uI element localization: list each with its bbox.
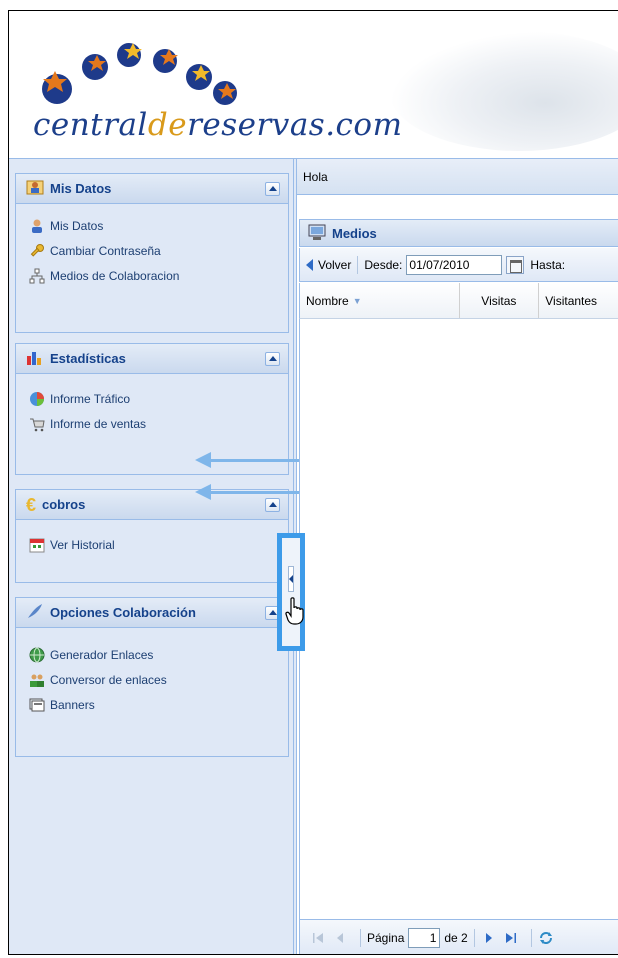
pager-separator [530,929,532,947]
collapse-button[interactable] [265,498,280,512]
medios-panel-header: Medios [299,219,618,247]
sidebar-item-ver-historial[interactable]: Ver Historial [28,534,288,556]
to-label: Hasta: [530,257,566,272]
column-header-visitas[interactable]: Visitas [460,283,540,318]
sidebar-item-label: Informe de ventas [50,417,147,431]
sidebar-item-label: Conversor de enlaces [50,673,167,687]
breadcrumb: Hola [297,159,618,195]
page-count-label: de 2 [444,931,468,945]
panel-opciones-colaboracion: Opciones Colaboración Generador Enlaces … [15,597,289,757]
grid-header: Nombre ▼ Visitas Visitantes [299,283,618,319]
user-card-icon [26,178,44,199]
panel-mis-datos: Mis Datos Mis Datos Cambiar Contraseña M… [15,173,289,333]
panel-title: Estadísticas [50,351,126,366]
sidebar-item-medios-colaboracion[interactable]: Medios de Colaboracion [28,265,288,287]
sidebar-item-label: Ver Historial [50,538,115,552]
filter-toolbar: Volver Desde: Hasta: [299,248,618,282]
banner-icon [28,696,46,714]
sidebar-item-informe-trafico[interactable]: Informe Tráfico [28,388,288,410]
sidebar-item-mis-datos[interactable]: Mis Datos [28,215,288,237]
sidebar-item-informe-ventas[interactable]: Informe de ventas [28,413,288,435]
panel-title: Mis Datos [50,181,112,196]
grid-body [299,319,618,919]
sidebar-item-generador-enlaces[interactable]: Generador Enlaces [28,644,288,666]
sidebar-item-cambiar-contrasena[interactable]: Cambiar Contraseña [28,240,288,262]
last-page-button[interactable] [503,930,519,946]
globe-icon [28,646,46,664]
sidebar-splitter[interactable] [277,533,305,651]
first-page-button[interactable] [310,930,326,946]
calendar-icon [28,536,46,554]
hand-cursor-icon [285,597,304,625]
pager-separator [360,929,361,947]
panel-cobros: € cobros Ver Historial [15,489,289,583]
feather-icon [26,602,44,623]
refresh-icon[interactable] [538,930,554,946]
euro-icon: € [26,494,37,515]
sidebar-item-conversor-enlaces[interactable]: Conversor de enlaces [28,669,288,691]
panel-header[interactable]: € cobros [16,490,288,520]
back-arrow-icon [306,258,313,271]
annotation-arrow [195,452,299,468]
column-label: Visitantes [545,293,598,308]
panel-header[interactable]: Mis Datos [16,174,288,204]
panel-header[interactable]: Opciones Colaboración [16,598,288,628]
cart-icon [28,415,46,433]
sidebar-item-banners[interactable]: Banners [28,694,288,716]
from-date-input[interactable] [406,254,503,275]
site-logo[interactable]: centraldereservas.com [33,31,402,151]
app-window: centraldereservas.com Mis Datos Mis Dato… [8,10,618,955]
panel-title: Medios [332,225,377,241]
panel-estadisticas: Estadísticas Informe Tráfico Informe de … [15,343,289,475]
panel-title: cobros [42,497,86,512]
column-header-visitantes[interactable]: Visitantes [539,283,618,318]
key-icon [28,242,46,260]
column-label: Nombre [306,293,349,308]
panel-header[interactable]: Estadísticas [16,344,288,374]
bar-chart-icon [26,348,44,369]
sidebar-item-label: Informe Tráfico [50,392,131,406]
site-header: centraldereservas.com [9,11,618,159]
collapse-button[interactable] [265,352,280,366]
main-content: Hola Medios Volver Desde: Hasta: Nombre … [296,159,618,954]
panel-body: Mis Datos Cambiar Contraseña Medios de C… [16,204,288,332]
logo-balls-icon [42,43,237,105]
user-icon [28,217,46,235]
calendar-picker-icon[interactable] [506,255,525,274]
sidebar-item-label: Generador Enlaces [50,648,154,662]
sidebar-item-label: Medios de Colaboracion [50,269,180,283]
next-page-button[interactable] [481,930,497,946]
sidebar-item-label: Cambiar Contraseña [50,244,161,258]
toolbar-separator [357,255,359,274]
page-number-input[interactable] [408,928,441,948]
panel-title: Opciones Colaboración [50,605,196,620]
prev-page-button[interactable] [332,930,348,946]
collapse-button[interactable] [265,182,280,196]
monitor-icon [308,223,326,244]
page-label: Página [367,931,405,945]
column-header-nombre[interactable]: Nombre ▼ [300,283,460,318]
panel-body: Ver Historial [16,520,288,582]
pie-chart-icon [28,390,46,408]
logo-wordmark: centraldereservas.com [33,107,403,143]
sidebar-item-label: Banners [50,698,95,712]
from-label: Desde: [364,257,403,272]
sidebar-item-label: Mis Datos [50,219,104,233]
back-button-label: Volver [318,257,352,272]
pager-separator [473,929,475,947]
column-label: Visitas [481,293,517,308]
header-decoration [389,31,618,151]
network-icon [28,267,46,285]
breadcrumb-label: Hola [303,169,328,184]
panel-body: Generador Enlaces Conversor de enlaces B… [16,628,288,756]
sidebar: Mis Datos Mis Datos Cambiar Contraseña M… [9,159,294,954]
collapse-sidebar-handle[interactable] [288,566,294,592]
annotation-arrow [195,484,299,500]
users-icon [28,671,46,689]
back-button[interactable]: Volver [306,258,351,272]
paging-toolbar: Página de 2 [299,919,618,954]
sort-desc-icon: ▼ [352,295,362,306]
